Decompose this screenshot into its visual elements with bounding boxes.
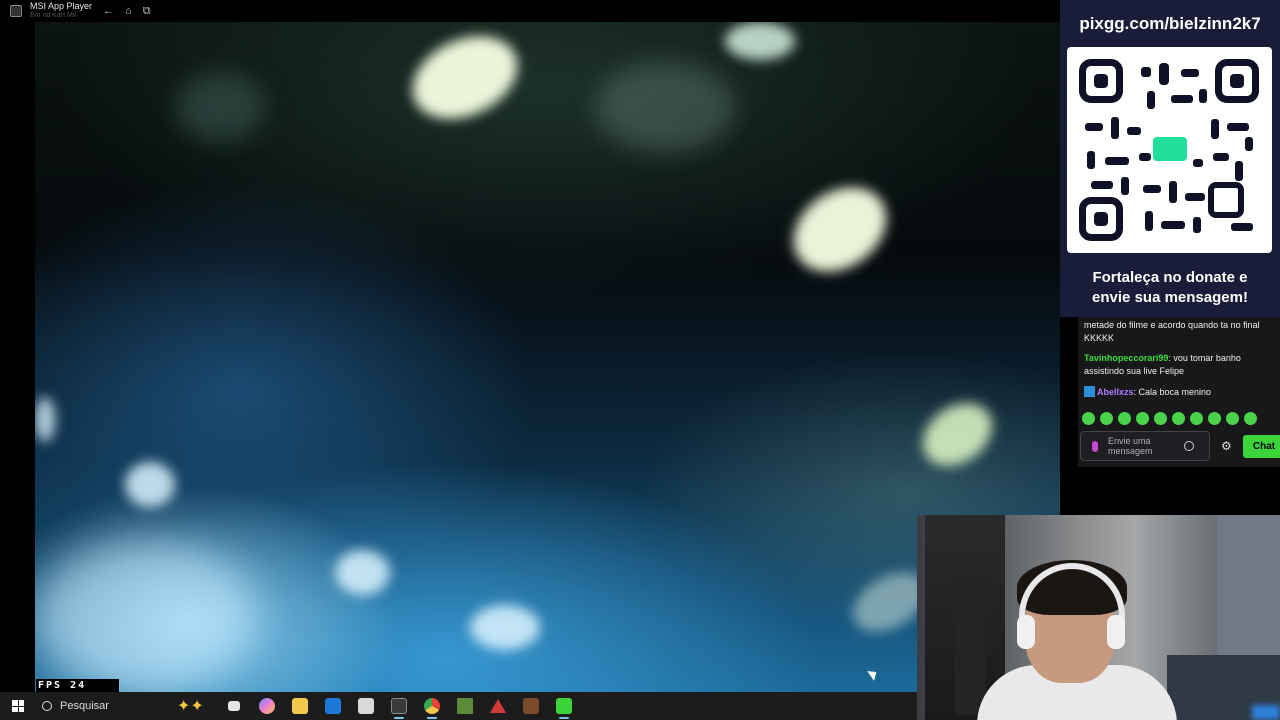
chat-message: metade do filme e acordo quando ta no fi…: [1084, 319, 1280, 345]
emote-icon[interactable]: [1190, 412, 1203, 425]
game-app-button[interactable]: [514, 692, 547, 720]
headset-earcup: [1107, 615, 1125, 649]
light-glow: [175, 72, 265, 142]
home-icon[interactable]: ⌂: [125, 5, 132, 17]
minecraft-icon: [456, 698, 473, 714]
emote-icon[interactable]: [1118, 412, 1131, 425]
chat-message: Abellxzs: Cala boca menino: [1084, 386, 1280, 399]
chat-username[interactable]: Abellxzs: [1097, 387, 1134, 397]
qr-finder-bottom-left: [1079, 197, 1123, 241]
task-view-icon: [227, 701, 240, 711]
window-title: MSI App Player Em nd Kart Mil: [30, 2, 92, 20]
chrome-icon: [423, 698, 440, 714]
light-blob: [725, 22, 795, 60]
msi-app-player-icon: [390, 698, 407, 714]
webcam-feed: [917, 515, 1280, 720]
copilot-sparkle-icon[interactable]: ✦✦: [177, 696, 217, 716]
back-arrow-icon[interactable]: ←: [103, 5, 114, 17]
task-view-button[interactable]: [217, 692, 250, 720]
light-glow: [35, 542, 255, 692]
donate-url: pixgg.com/bielzinn2k7: [1079, 14, 1261, 33]
light-blob: [35, 397, 55, 442]
search-placeholder: Pesquisar: [60, 700, 109, 712]
outlook-button[interactable]: [316, 692, 349, 720]
triangle-app-icon: [489, 699, 506, 713]
qr-code: [1067, 47, 1272, 253]
emote-icon[interactable]: [1136, 412, 1149, 425]
emote-icon[interactable]: [1226, 412, 1239, 425]
game-app-icon: [522, 698, 539, 714]
emulator-title-bar: MSI App Player Em nd Kart Mil ← ⌂ ⧉: [0, 0, 1060, 22]
copilot-button[interactable]: [250, 692, 283, 720]
window-subtitle-text: Em nd Kart Mil: [30, 12, 76, 19]
emote-icon[interactable]: [1172, 412, 1185, 425]
store-button[interactable]: [349, 692, 382, 720]
light-blob: [125, 462, 175, 507]
chat-input-placeholder[interactable]: Envie uma mensagem: [1108, 436, 1178, 456]
light-blob: [777, 170, 903, 289]
file-explorer-button[interactable]: [283, 692, 316, 720]
donate-panel: pixgg.com/bielzinn2k7 Fortaleça no donat…: [1060, 0, 1280, 317]
light-glow: [595, 62, 735, 152]
multi-instance-icon[interactable]: ⧉: [143, 5, 151, 18]
chrome-button[interactable]: [415, 692, 448, 720]
qr-finder-top-right: [1215, 59, 1259, 103]
outlook-icon: [324, 698, 341, 714]
webcam-background-shelf: [955, 575, 985, 715]
donate-message-line2: envie sua mensagem!: [1092, 289, 1248, 306]
game-viewport[interactable]: [35, 22, 1060, 692]
gear-icon[interactable]: ⚙: [1221, 439, 1232, 453]
emoji-icon[interactable]: [1184, 441, 1194, 451]
copilot-icon: [258, 698, 275, 714]
kick-button[interactable]: [547, 692, 580, 720]
fps-counter: FPS 24: [36, 679, 119, 692]
msi-app-player-logo-icon: [10, 5, 22, 17]
folder-icon: [291, 698, 308, 714]
light-blob: [335, 550, 390, 595]
user-badge-icon: [1084, 386, 1095, 397]
chat-message-text: : Cala boca menino: [1133, 387, 1212, 397]
emote-icon[interactable]: [1208, 412, 1221, 425]
minecraft-button[interactable]: [448, 692, 481, 720]
chat-message-input[interactable]: Envie uma mensagem: [1080, 431, 1210, 461]
light-blob: [399, 22, 531, 135]
search-icon: [42, 701, 52, 711]
emote-bar: [1082, 412, 1257, 425]
kick-icon: [555, 698, 572, 714]
donate-message-line1: Fortaleça no donate e: [1092, 269, 1248, 286]
headset-earcup: [1017, 615, 1035, 649]
webcam-led-light: [1252, 705, 1280, 720]
microphone-icon[interactable]: [1092, 440, 1098, 452]
chat-message-text: metade do filme e acordo quando ta no fi…: [1084, 320, 1260, 343]
start-button[interactable]: [0, 692, 36, 720]
light-blob: [911, 390, 1004, 479]
window-title-text: MSI App Player: [30, 1, 93, 11]
qr-finder-top-left: [1079, 59, 1123, 103]
taskbar-search[interactable]: Pesquisar: [36, 692, 171, 720]
msi-app-player-button[interactable]: [382, 692, 415, 720]
chat-panel: metade do filme e acordo quando ta no fi…: [1078, 317, 1280, 467]
donate-message: Fortaleça no donate e envie sua mensagem…: [1060, 268, 1280, 308]
chat-username[interactable]: Tavinhopeccorari99: [1084, 353, 1168, 363]
windows-taskbar: Pesquisar ✦✦: [0, 692, 917, 720]
chat-send-button[interactable]: Chat: [1243, 435, 1280, 458]
screen: MSI App Player Em nd Kart Mil ← ⌂ ⧉ FPS …: [0, 0, 1280, 720]
store-icon: [357, 698, 374, 714]
autodesk-button[interactable]: [481, 692, 514, 720]
light-blob: [470, 605, 540, 650]
chat-message: Tavinhopeccorari99: vou tomar banho assi…: [1084, 352, 1280, 378]
emote-icon[interactable]: [1244, 412, 1257, 425]
pix-logo-icon: [1153, 137, 1187, 161]
emote-icon[interactable]: [1100, 412, 1113, 425]
emote-icon[interactable]: [1082, 412, 1095, 425]
emote-icon[interactable]: [1154, 412, 1167, 425]
webcam-background-door: [1217, 515, 1280, 655]
windows-logo-icon: [12, 700, 24, 712]
